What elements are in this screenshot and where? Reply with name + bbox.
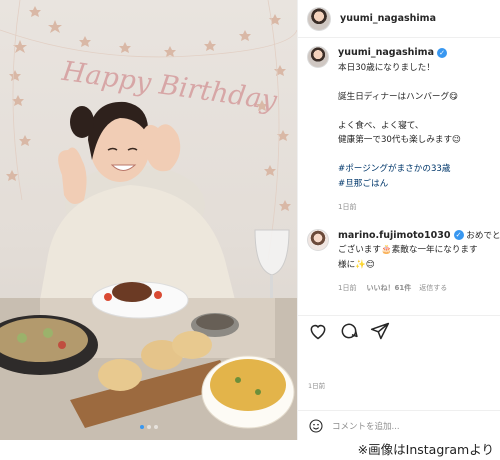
caption-meta: 1日前 (338, 200, 500, 215)
verified-icon: ✓ (453, 230, 464, 240)
avatar[interactable] (307, 6, 331, 31)
reply-button[interactable]: 返信する (419, 284, 447, 292)
caption-time[interactable]: 1日前 (338, 203, 356, 211)
caption-avatar[interactable] (307, 46, 329, 68)
image-credit: ※画像はInstagramより (355, 438, 496, 459)
comment-likes[interactable]: いいね！61件 (366, 284, 411, 292)
caption-line: 健康第一で30代も楽しみます😉 (338, 135, 462, 145)
post-side-panel: yuumi_nagashima yuumi_nagashima ✓ 本日30歳にな… (297, 0, 500, 440)
caption-line: 本日30歳になりました！ (338, 62, 435, 73)
caption-line: 誕生日ディナーはハンバーグ😋 (338, 91, 459, 102)
comment-time[interactable]: 1日前 (338, 284, 356, 292)
left-hand (58, 147, 87, 204)
action-bar (298, 315, 500, 345)
paper-plane-icon[interactable] (370, 321, 390, 341)
carousel-dot-3[interactable] (153, 425, 158, 429)
hashtag-link[interactable]: #ポージングがまさかの33歳 (338, 162, 500, 177)
carousel-dot-2[interactable] (146, 425, 151, 429)
caption-username[interactable]: yuumi_nagashima (338, 47, 434, 58)
comment-text: 様に✨😊 (338, 259, 375, 270)
header-username[interactable]: yuumi_nagashima (340, 13, 436, 24)
comment-text: おめでとう (466, 230, 500, 241)
comment-icon[interactable] (339, 321, 359, 341)
comments-area: yuumi_nagashima ✓ 本日30歳になりました！ 誕生日ディナーはハン… (298, 38, 500, 296)
comment-meta: 1日前 いいね！61件 返信する (338, 281, 500, 296)
commenter-avatar[interactable] (307, 228, 329, 251)
hashtag-link[interactable]: #旦那ごはん (338, 177, 500, 192)
verified-icon: ✓ (437, 47, 447, 58)
post-photo[interactable]: Happy Birthday (0, 0, 297, 440)
comment-input[interactable]: コメントを追加... (332, 420, 400, 432)
caption-line (338, 104, 500, 119)
commenter-username[interactable]: marino.fujimoto1030 (338, 230, 451, 241)
carousel-dot-1[interactable] (139, 425, 144, 429)
comment-item: marino.fujimoto1030✓ おめでとう ございます🎂素敵な一年にな… (307, 228, 500, 296)
comment-box: コメントを追加... (298, 410, 500, 440)
post-timestamp[interactable]: 1日前 (308, 380, 325, 390)
heart-icon[interactable] (308, 321, 328, 341)
caption-line (338, 75, 500, 90)
caption-line: よく食べ、よく寝て、 (338, 120, 424, 131)
emoji-icon[interactable] (308, 418, 324, 434)
birthday-photo-illustration: Happy Birthday (0, 0, 297, 440)
carousel-indicator[interactable] (0, 414, 297, 433)
caption: yuumi_nagashima ✓ 本日30歳になりました！ 誕生日ディナーはハン… (307, 46, 500, 215)
right-hand (140, 124, 181, 172)
comment-text: ございます🎂素敵な一年になります (338, 245, 478, 255)
banner-text: Happy Birthday (59, 56, 279, 117)
post-header: yuumi_nagashima (298, 0, 500, 38)
